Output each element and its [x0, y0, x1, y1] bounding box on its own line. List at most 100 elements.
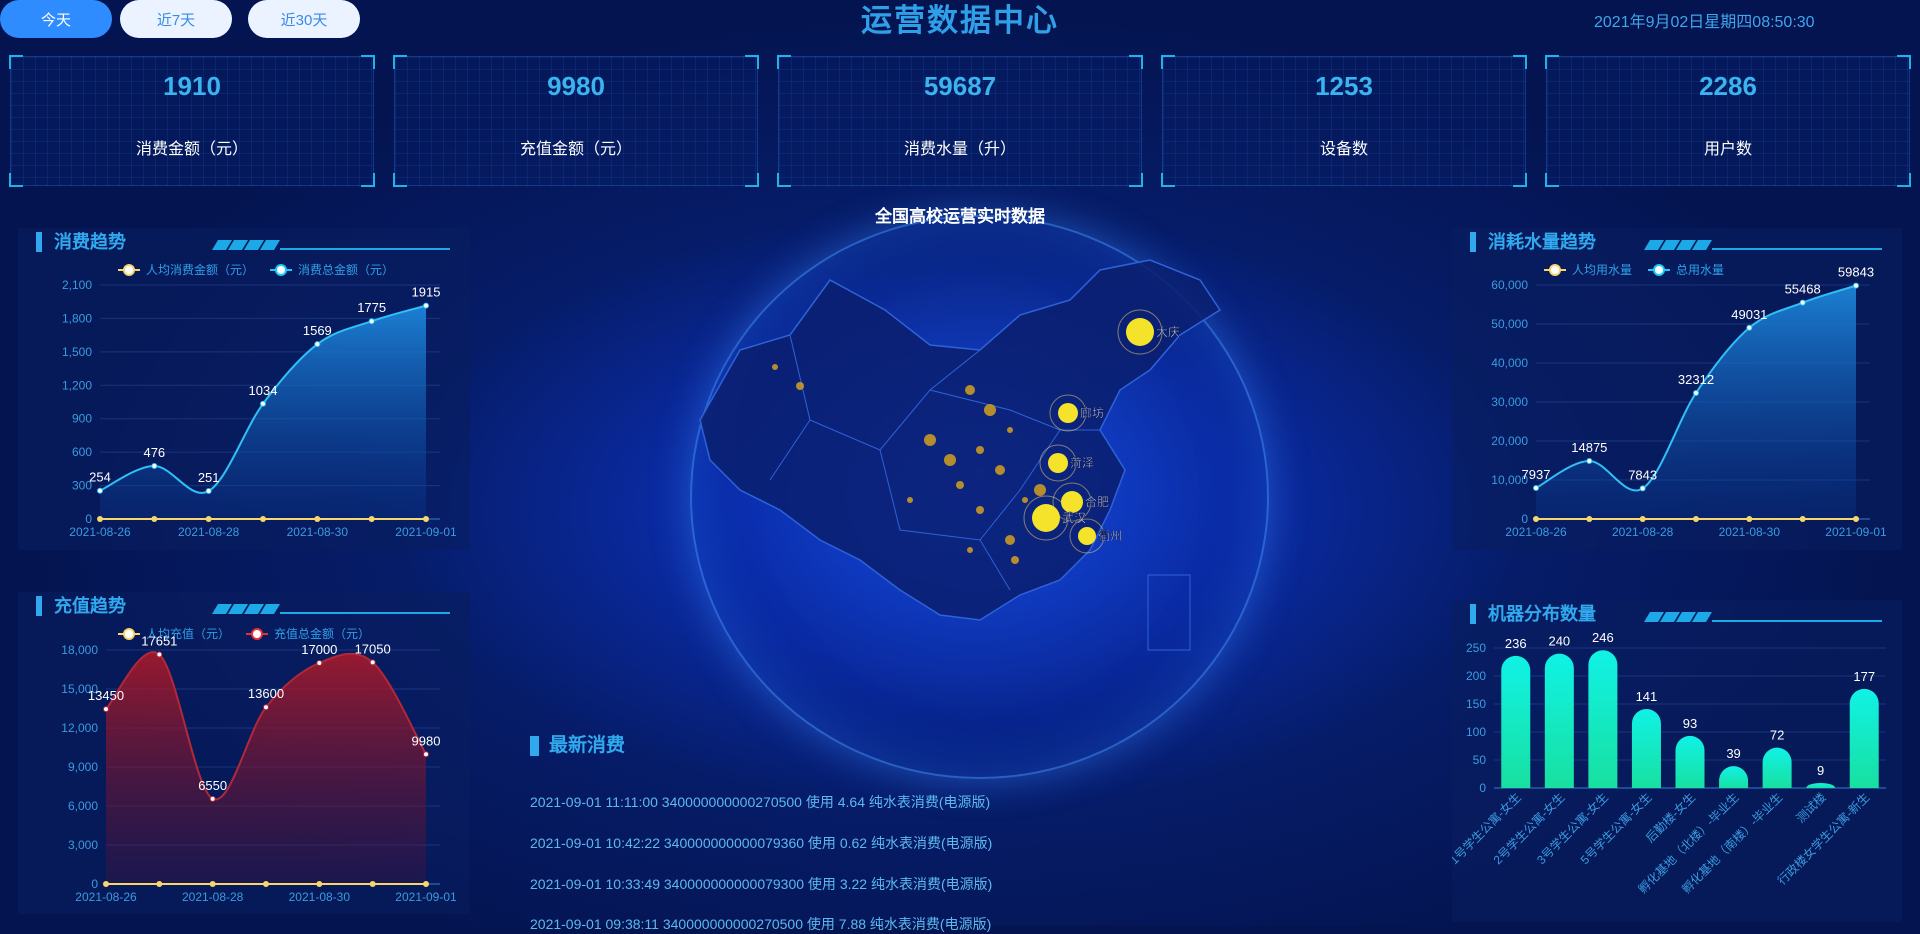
data-point [369, 659, 376, 666]
data-point [209, 881, 216, 887]
y-tick-label: 9,000 [68, 760, 98, 774]
stat-label: 充值金额（元） [519, 141, 632, 158]
y-tick-label: 1,200 [62, 378, 92, 392]
data-point [368, 516, 375, 522]
data-label: 17050 [355, 641, 391, 656]
water-trend-chart[interactable]: 人均用水量 总用水量010,00020,00030,00040,00050,000… [1452, 228, 1902, 550]
x-tick-label: 1号学生公寓-女生 [1452, 790, 1524, 868]
bar-value-label: 93 [1683, 716, 1697, 731]
data-point [314, 341, 321, 348]
data-label: 14875 [1571, 440, 1607, 455]
city-label: 衢州 [1098, 529, 1122, 543]
data-point [314, 516, 321, 522]
y-tick-label: 0 [85, 512, 92, 526]
china-outline [699, 259, 1222, 621]
legend-marker [123, 264, 135, 276]
data-label: 13450 [88, 688, 124, 703]
data-point [97, 487, 103, 494]
data-label: 13600 [248, 686, 284, 701]
data-point [1586, 516, 1593, 522]
datetime: 2021年9月02日星期四08:50:30 [1594, 14, 1815, 31]
bar [1588, 650, 1618, 788]
data-dot [1007, 427, 1013, 433]
bar [1849, 688, 1879, 788]
city-marker [1048, 453, 1068, 473]
china-map[interactable]: 大庆廊坊菏泽合肥武汉衢州 [680, 240, 1280, 680]
data-dot [944, 454, 956, 466]
data-point [423, 751, 429, 758]
series-area [100, 305, 426, 519]
recharge-trend-chart[interactable]: 人均充值（元） 充值总金额（元）03,0006,0009,00012,00015,… [18, 592, 470, 914]
data-point [263, 704, 269, 711]
data-point [1586, 457, 1593, 464]
data-label: 7937 [1522, 467, 1551, 482]
city-label: 大庆 [1156, 325, 1180, 339]
legend-marker [123, 628, 135, 640]
data-point [1693, 389, 1699, 396]
stat-card-consume-amount: 1910 消费金额（元） [9, 55, 375, 187]
y-tick-label: 40,000 [1491, 356, 1528, 370]
data-point [1853, 282, 1859, 289]
data-point [1799, 516, 1806, 522]
data-point [1746, 324, 1753, 331]
data-point [368, 318, 375, 325]
data-label: 7843 [1628, 467, 1657, 482]
consume-trend-chart[interactable]: 人均消费金额（元） 消费总金额（元）03006009001,2001,5001,8… [18, 228, 470, 550]
data-dot [965, 385, 975, 395]
bar-value-label: 141 [1636, 689, 1658, 704]
machine-distribution-chart[interactable]: 0 50 100 150 200 250 236 1号学生公寓-女生 240 2号学生公寓-女生 2… [1452, 600, 1902, 922]
stat-value: 1253 [1315, 71, 1373, 101]
x-tick-label: 2021-08-26 [69, 525, 131, 539]
stat-label: 消费金额（元） [135, 141, 248, 158]
x-tick-label: 2021-08-26 [1505, 525, 1567, 539]
y-tick-label: 1,800 [62, 311, 92, 325]
legend-marker [275, 264, 287, 276]
y-tick-label: 20,000 [1491, 434, 1528, 448]
x-tick-label: 2021-08-26 [75, 890, 137, 904]
y-tick-label: 6,000 [68, 799, 98, 813]
data-point [1639, 485, 1646, 492]
y-tick-label: 3,000 [68, 838, 98, 852]
y-tick-label: 2,100 [62, 278, 92, 292]
stat-value: 2286 [1699, 71, 1757, 101]
data-dot [1005, 535, 1015, 545]
legend-label: 充值总金额（元） [274, 626, 370, 641]
x-tick-label: 测试楼 [1793, 790, 1829, 826]
x-tick-label: 2号学生公寓-女生 [1490, 790, 1568, 868]
data-label: 1569 [303, 323, 332, 338]
chart-legend: 人均用水量 总用水量 [1544, 263, 1724, 277]
data-label: 1034 [249, 383, 278, 398]
chart-legend: 人均消费金额（元） 消费总金额（元） [118, 262, 394, 277]
y-tick-label: 50,000 [1491, 317, 1528, 331]
data-point [316, 660, 323, 666]
data-label: 49031 [1731, 307, 1767, 322]
recent-item: 2021-09-01 10:33:49 340000000000079300 使… [530, 876, 993, 892]
data-point [1746, 516, 1753, 522]
data-point [209, 795, 216, 802]
panel-machine-distribution: 机器分布数量 0 50 100 150 200 250 236 1号学生公寓-女生 240 2号学… [1452, 600, 1902, 922]
recent-item: 2021-09-01 09:38:11 340000000000270500 使… [530, 916, 992, 932]
data-dot [1022, 497, 1028, 503]
legend-marker [251, 628, 263, 640]
data-label: 17651 [141, 634, 177, 649]
y-tick-label: 150 [1466, 697, 1486, 711]
data-point [1799, 299, 1806, 306]
city-marker [1058, 403, 1078, 423]
stat-value: 9980 [547, 71, 605, 101]
bar-value-label: 177 [1853, 669, 1875, 684]
data-point [97, 516, 103, 522]
legend-label: 人均消费金额（元） [146, 262, 254, 277]
data-dot [956, 481, 964, 489]
recent-title: 最新消费 [530, 736, 625, 756]
bar [1762, 747, 1792, 788]
data-dot [924, 434, 936, 446]
data-point [1853, 516, 1859, 522]
city-label: 合肥 [1085, 494, 1109, 509]
data-point [103, 706, 109, 713]
x-tick-label: 2021-08-30 [289, 890, 351, 904]
data-point [156, 651, 163, 658]
x-tick-label: 3号学生公寓-女生 [1533, 790, 1611, 868]
stat-card-device-count: 1253 设备数 [1161, 55, 1527, 187]
stat-card-water-volume: 59687 消费水量（升） [777, 55, 1143, 187]
data-label: 59843 [1838, 265, 1874, 280]
